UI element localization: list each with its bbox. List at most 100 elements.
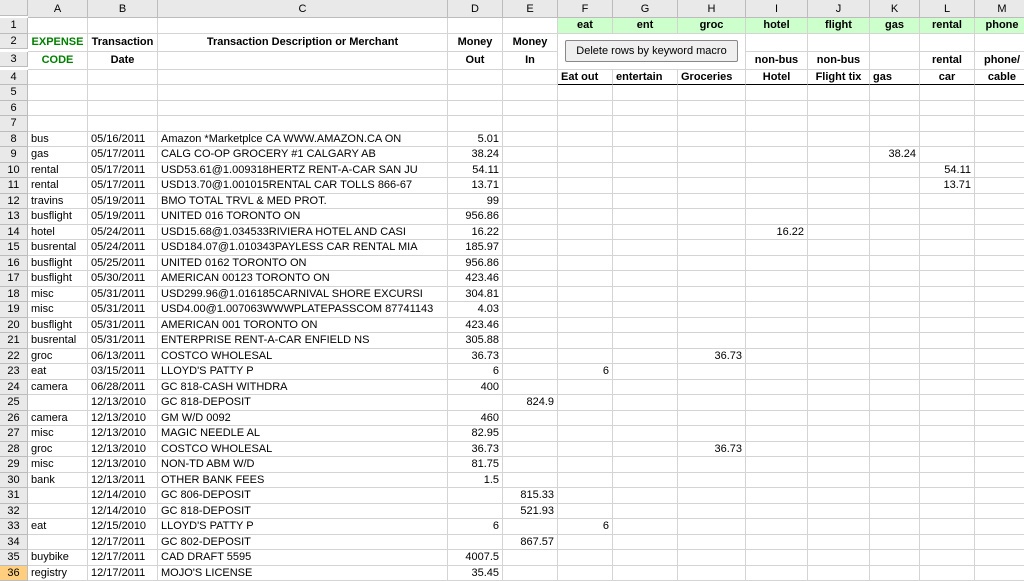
cell-H[interactable] <box>678 473 746 489</box>
cell-J[interactable] <box>808 147 870 163</box>
cell-E[interactable] <box>503 442 558 458</box>
cell-K[interactable] <box>870 380 920 396</box>
cell-C[interactable]: CALG CO-OP GROCERY #1 CALGARY AB <box>158 147 448 163</box>
cell-I[interactable] <box>746 488 808 504</box>
delete-rows-macro-button[interactable]: Delete rows by keyword macro <box>565 40 739 62</box>
cell-B[interactable]: 05/31/2011 <box>88 318 158 334</box>
cell-G[interactable] <box>613 519 678 535</box>
row-header[interactable]: 12 <box>0 194 28 210</box>
cell-C[interactable]: BMO TOTAL TRVL & MED PROT. <box>158 194 448 210</box>
row-header[interactable]: 29 <box>0 457 28 473</box>
cell-H[interactable] <box>678 380 746 396</box>
cell-J[interactable] <box>808 519 870 535</box>
cell-G[interactable] <box>613 411 678 427</box>
cell-M[interactable] <box>975 519 1024 535</box>
row-header[interactable]: 6 <box>0 101 28 117</box>
cell-J[interactable] <box>808 473 870 489</box>
cell-B[interactable]: 05/24/2011 <box>88 240 158 256</box>
cell-B[interactable]: 12/13/2010 <box>88 457 158 473</box>
cell-I[interactable] <box>746 287 808 303</box>
row-header[interactable]: 31 <box>0 488 28 504</box>
cell-B[interactable]: 12/17/2011 <box>88 535 158 551</box>
cell-G[interactable] <box>613 318 678 334</box>
cell-B[interactable]: 12/14/2010 <box>88 488 158 504</box>
cell-L[interactable] <box>920 488 975 504</box>
row-header[interactable]: 14 <box>0 225 28 241</box>
cell-C[interactable]: USD184.07@1.010343PAYLESS CAR RENTAL MIA <box>158 240 448 256</box>
cell-B[interactable]: 06/28/2011 <box>88 380 158 396</box>
cell-F[interactable] <box>558 550 613 566</box>
cell-C[interactable]: GC 818-DEPOSIT <box>158 395 448 411</box>
row-header[interactable]: 33 <box>0 519 28 535</box>
cell-I[interactable] <box>746 256 808 272</box>
cell-H[interactable] <box>678 209 746 225</box>
col-header-I[interactable]: I <box>746 0 808 18</box>
row-header[interactable]: 10 <box>0 163 28 179</box>
cell-H[interactable] <box>678 240 746 256</box>
row-header[interactable]: 26 <box>0 411 28 427</box>
col-header-L[interactable]: L <box>920 0 975 18</box>
cell-D[interactable] <box>448 504 503 520</box>
cell-E[interactable] <box>503 209 558 225</box>
cell-L[interactable] <box>920 225 975 241</box>
row-header[interactable]: 11 <box>0 178 28 194</box>
cell-C[interactable]: GC 806-DEPOSIT <box>158 488 448 504</box>
cell-B[interactable]: 05/30/2011 <box>88 271 158 287</box>
cell-J[interactable] <box>808 457 870 473</box>
cell-I[interactable] <box>746 550 808 566</box>
cell-E[interactable] <box>503 550 558 566</box>
cell-K[interactable] <box>870 256 920 272</box>
cell-E[interactable] <box>503 147 558 163</box>
cell-J[interactable] <box>808 426 870 442</box>
cell-G[interactable] <box>613 395 678 411</box>
cell-H[interactable] <box>678 395 746 411</box>
cell-I[interactable] <box>746 426 808 442</box>
cell-L[interactable] <box>920 411 975 427</box>
cell-C[interactable]: UNITED 0162 TORONTO ON <box>158 256 448 272</box>
cell-M[interactable] <box>975 535 1024 551</box>
cell-D[interactable]: 36.73 <box>448 349 503 365</box>
cell-A[interactable]: misc <box>28 426 88 442</box>
cell-B[interactable]: 03/15/2011 <box>88 364 158 380</box>
cell-F[interactable] <box>558 287 613 303</box>
cell-H[interactable] <box>678 302 746 318</box>
cell-D[interactable]: 82.95 <box>448 426 503 442</box>
cell-I[interactable] <box>746 209 808 225</box>
cell-H[interactable] <box>678 426 746 442</box>
cell-L[interactable] <box>920 442 975 458</box>
cell-D[interactable]: 5.01 <box>448 132 503 148</box>
cell-I[interactable] <box>746 519 808 535</box>
cell-I[interactable] <box>746 395 808 411</box>
cell-D[interactable]: 13.71 <box>448 178 503 194</box>
col-header-A[interactable]: A <box>28 0 88 18</box>
col-header-G[interactable]: G <box>613 0 678 18</box>
cell-I[interactable] <box>746 147 808 163</box>
row-header[interactable]: 16 <box>0 256 28 272</box>
row-header[interactable]: 4 <box>0 70 28 86</box>
cell-I[interactable]: 16.22 <box>746 225 808 241</box>
row-header[interactable]: 22 <box>0 349 28 365</box>
cell-F[interactable] <box>558 318 613 334</box>
cell-I[interactable] <box>746 442 808 458</box>
row-header[interactable]: 5 <box>0 85 28 101</box>
cell-F[interactable]: 6 <box>558 364 613 380</box>
cell-A[interactable]: misc <box>28 457 88 473</box>
cell-D[interactable]: 185.97 <box>448 240 503 256</box>
cell-H[interactable] <box>678 194 746 210</box>
row-header[interactable]: 35 <box>0 550 28 566</box>
cell-F[interactable] <box>558 194 613 210</box>
cell-M[interactable] <box>975 194 1024 210</box>
col-header-C[interactable]: C <box>158 0 448 18</box>
cell-A[interactable]: busflight <box>28 271 88 287</box>
cell-L[interactable] <box>920 550 975 566</box>
cell-E[interactable]: 521.93 <box>503 504 558 520</box>
cell-L[interactable] <box>920 457 975 473</box>
cell-E[interactable] <box>503 426 558 442</box>
cell-A[interactable] <box>28 535 88 551</box>
cell-K[interactable] <box>870 550 920 566</box>
cell-B[interactable]: 12/13/2010 <box>88 426 158 442</box>
cell-D[interactable]: 1.5 <box>448 473 503 489</box>
cell-L[interactable] <box>920 349 975 365</box>
cell-K[interactable] <box>870 504 920 520</box>
cell-G[interactable] <box>613 132 678 148</box>
